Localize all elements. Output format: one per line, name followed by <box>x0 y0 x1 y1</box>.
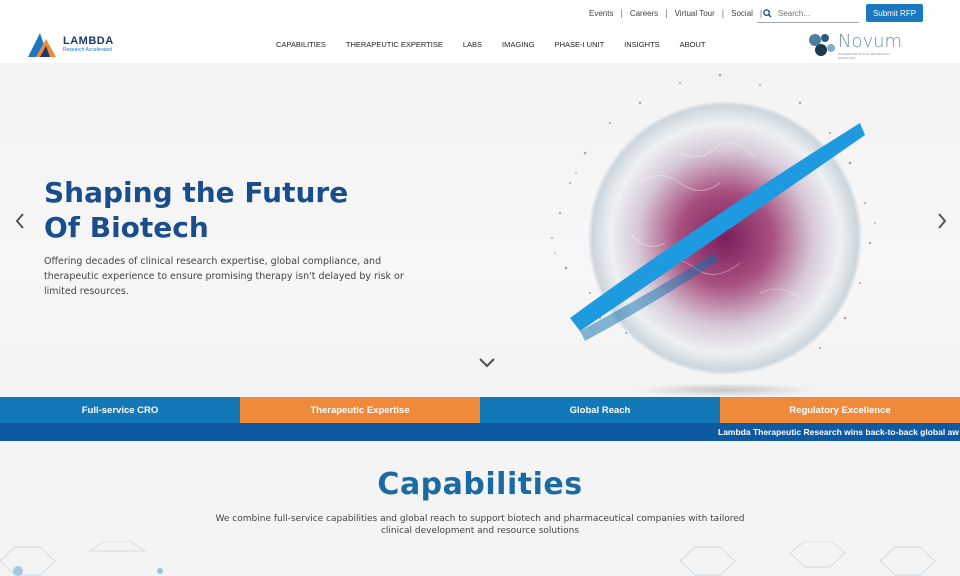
social-link[interactable]: Social <box>724 9 760 18</box>
hero-title: Shaping the Future Of Biotech <box>44 176 349 244</box>
carousel-prev-icon[interactable] <box>13 211 27 231</box>
scroll-down-icon[interactable] <box>478 357 496 369</box>
hero-description: Offering decades of clinical research ex… <box>44 256 404 297</box>
search-input[interactable] <box>778 8 848 18</box>
nav-item-labs[interactable]: LABS <box>463 40 482 49</box>
nav-item-phase-i-unit[interactable]: PHASE-I UNIT <box>555 40 605 49</box>
search-icon[interactable] <box>763 8 772 18</box>
hexagon-decoration <box>0 541 936 576</box>
cell-illustration <box>551 73 876 397</box>
nav-item-imaging[interactable]: IMAGING <box>502 40 535 49</box>
virtual-tour-link[interactable]: Virtual Tour <box>668 9 722 18</box>
nav-item-about[interactable]: ABOUT <box>680 40 706 49</box>
news-ticker[interactable]: Lambda Therapeutic Research wins back-to… <box>0 423 960 441</box>
nav-item-capabilities[interactable]: CAPABILITIES <box>276 40 326 49</box>
main-nav: CAPABILITIES THERAPEUTIC EXPERTISE LABS … <box>276 40 725 49</box>
lambda-logo[interactable]: LAMBDA Research Accelerated <box>26 30 126 58</box>
utility-links: Events | Careers | Virtual Tour | Social… <box>582 8 762 18</box>
submit-rfp-button[interactable]: Submit RFP <box>866 4 923 22</box>
tab-global-reach[interactable]: Global Reach <box>480 397 720 423</box>
feature-tabs: Full-service CRO Therapeutic Expertise G… <box>0 397 960 423</box>
search-box <box>757 4 859 23</box>
tab-regulatory-excellence[interactable]: Regulatory Excellence <box>720 397 960 423</box>
nav-item-insights[interactable]: INSIGHTS <box>624 40 659 49</box>
carousel-next-icon[interactable] <box>935 211 949 231</box>
utility-bar: Events | Careers | Virtual Tour | Social… <box>0 0 960 28</box>
novum-name: Novum <box>838 31 903 52</box>
capabilities-title: Capabilities <box>377 467 583 502</box>
novum-logo-mark <box>809 34 835 56</box>
hero-banner: Shaping the Future Of Biotech Offering d… <box>0 63 960 397</box>
logo-name: LAMBDA <box>63 35 114 47</box>
novum-tagline: PHARMACEUTICAL RESEARCH SERVICES <box>838 52 890 60</box>
logo-tagline: Research Accelerated <box>63 47 112 53</box>
novum-logo[interactable]: Novum PHARMACEUTICAL RESEARCH SERVICES <box>808 31 908 60</box>
capabilities-section: Capabilities We combine full-service cap… <box>0 441 960 576</box>
events-link[interactable]: Events <box>582 9 620 18</box>
careers-link[interactable]: Careers <box>623 9 665 18</box>
lambda-logo-mark <box>28 33 56 57</box>
ticker-text[interactable]: Lambda Therapeutic Research wins back-to… <box>718 427 959 437</box>
nav-item-therapeutic-expertise[interactable]: THERAPEUTIC EXPERTISE <box>346 40 443 49</box>
tab-full-service-cro[interactable]: Full-service CRO <box>0 397 240 423</box>
tab-therapeutic-expertise[interactable]: Therapeutic Expertise <box>240 397 480 423</box>
capabilities-description: We combine full-service capabilities and… <box>215 514 745 536</box>
logo-text: LAMBDA Research Accelerated <box>63 35 114 53</box>
